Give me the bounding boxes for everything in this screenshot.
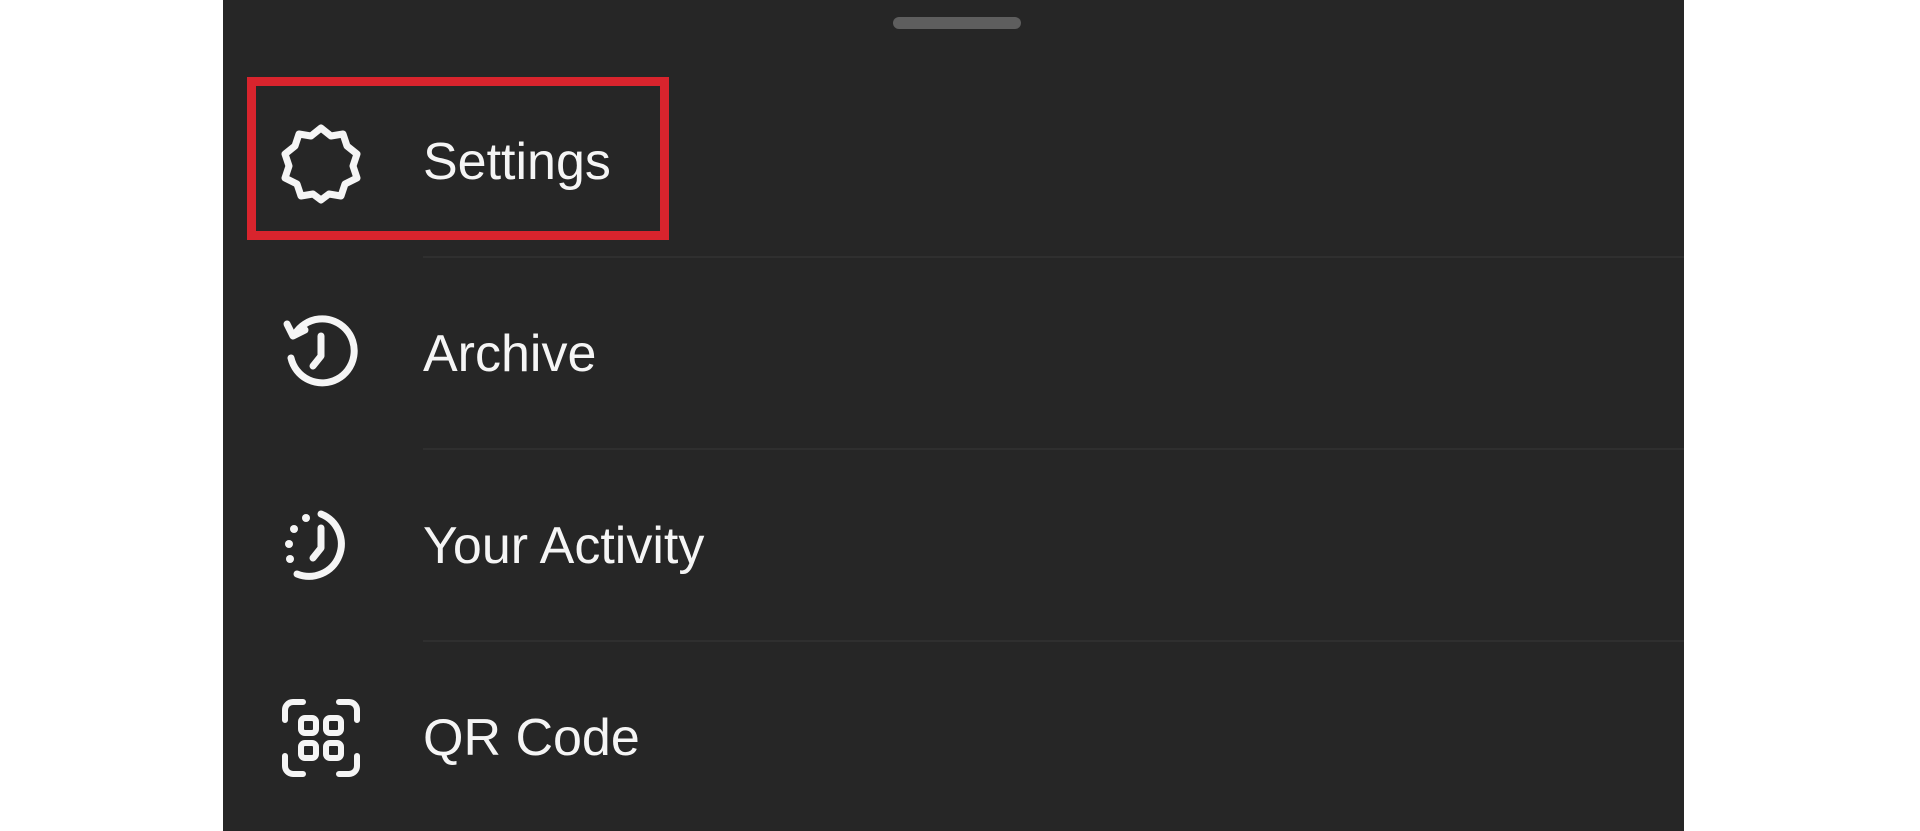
menu-item-label: Your Activity [423,517,705,575]
menu-item-settings[interactable]: Settings [223,66,1684,258]
qr-code-icon [279,696,363,780]
menu-item-label: Archive [423,325,597,383]
menu-item-label: QR Code [423,709,640,767]
menu-item-your-activity[interactable]: Your Activity [223,450,1684,642]
activity-icon [279,504,363,588]
archive-history-icon [279,312,363,396]
gear-icon [279,120,363,204]
sheet-grab-handle[interactable] [893,17,1021,29]
menu-item-archive[interactable]: Archive [223,258,1684,450]
menu-item-qr-code[interactable]: QR Code [223,642,1684,831]
menu-item-label: Settings [423,133,611,191]
menu-sheet: Settings Archive Your Activity QR Code [223,0,1684,831]
